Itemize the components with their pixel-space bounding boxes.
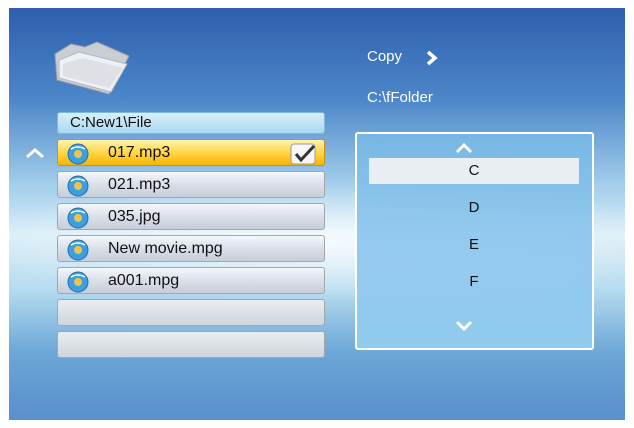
folder-icon [54, 41, 130, 95]
chevron-up-icon[interactable] [455, 142, 473, 154]
file-name: a001.mpg [108, 272, 180, 289]
media-file-icon [67, 207, 89, 229]
media-file-icon [67, 175, 89, 197]
file-name: 035.jpg [108, 208, 161, 225]
file-row[interactable]: 017.mp3 [57, 139, 325, 166]
current-path-header: C:New1\File [57, 112, 325, 134]
file-name: New movie.mpg [108, 240, 223, 257]
file-row[interactable]: New movie.mpg [57, 235, 325, 262]
action-label: Copy [367, 48, 403, 65]
checkmark-icon [290, 143, 316, 165]
file-name: 021.mp3 [108, 176, 171, 193]
drive-item[interactable]: E [369, 232, 579, 258]
empty-file-row [57, 331, 325, 358]
media-file-icon [67, 271, 89, 293]
media-player-screen: C:New1\File 017.mp3 021.mp3 035.jpg New mov… [9, 8, 625, 420]
drive-picker: CDEF [355, 132, 594, 350]
chevron-down-icon[interactable] [455, 320, 473, 332]
media-file-icon [67, 239, 89, 261]
file-row[interactable]: a001.mpg [57, 267, 325, 294]
drive-item[interactable]: F [369, 269, 579, 295]
drive-item[interactable]: C [369, 158, 579, 184]
file-name: 017.mp3 [108, 144, 171, 161]
file-row[interactable]: 035.jpg [57, 203, 325, 230]
file-list: 017.mp3 021.mp3 035.jpg New movie.mpg a001.m… [57, 139, 325, 363]
empty-file-row [57, 299, 325, 326]
chevron-right-icon [426, 50, 438, 66]
drive-item[interactable]: D [369, 195, 579, 221]
chevron-up-icon[interactable] [26, 148, 44, 158]
media-file-icon [67, 143, 89, 165]
file-row[interactable]: 021.mp3 [57, 171, 325, 198]
destination-path: C:\fFolder [367, 89, 433, 106]
